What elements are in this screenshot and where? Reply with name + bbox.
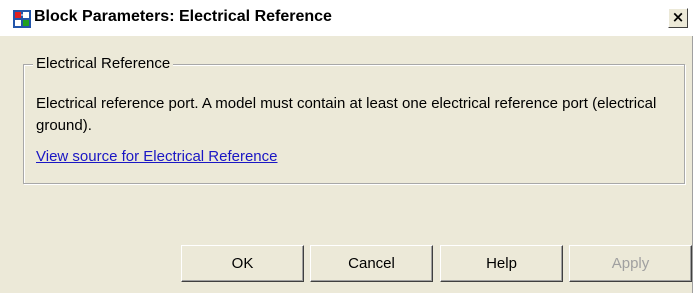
simulink-block-icon (13, 10, 31, 28)
apply-button[interactable]: Apply (569, 245, 692, 282)
view-source-link[interactable]: View source for Electrical Reference (36, 148, 278, 165)
help-button[interactable]: Help (440, 245, 563, 282)
title-bar[interactable]: Block Parameters: Electrical Reference × (0, 0, 693, 36)
dialog-window: Block Parameters: Electrical Reference ×… (0, 0, 693, 293)
cancel-button[interactable]: Cancel (310, 245, 433, 282)
block-description: Electrical reference port. A model must … (36, 95, 657, 134)
ok-button[interactable]: OK (181, 245, 304, 282)
window-title: Block Parameters: Electrical Reference (34, 8, 332, 25)
groupbox-legend: Electrical Reference (33, 55, 174, 72)
close-button[interactable]: × (668, 8, 688, 28)
close-icon: × (671, 8, 685, 26)
